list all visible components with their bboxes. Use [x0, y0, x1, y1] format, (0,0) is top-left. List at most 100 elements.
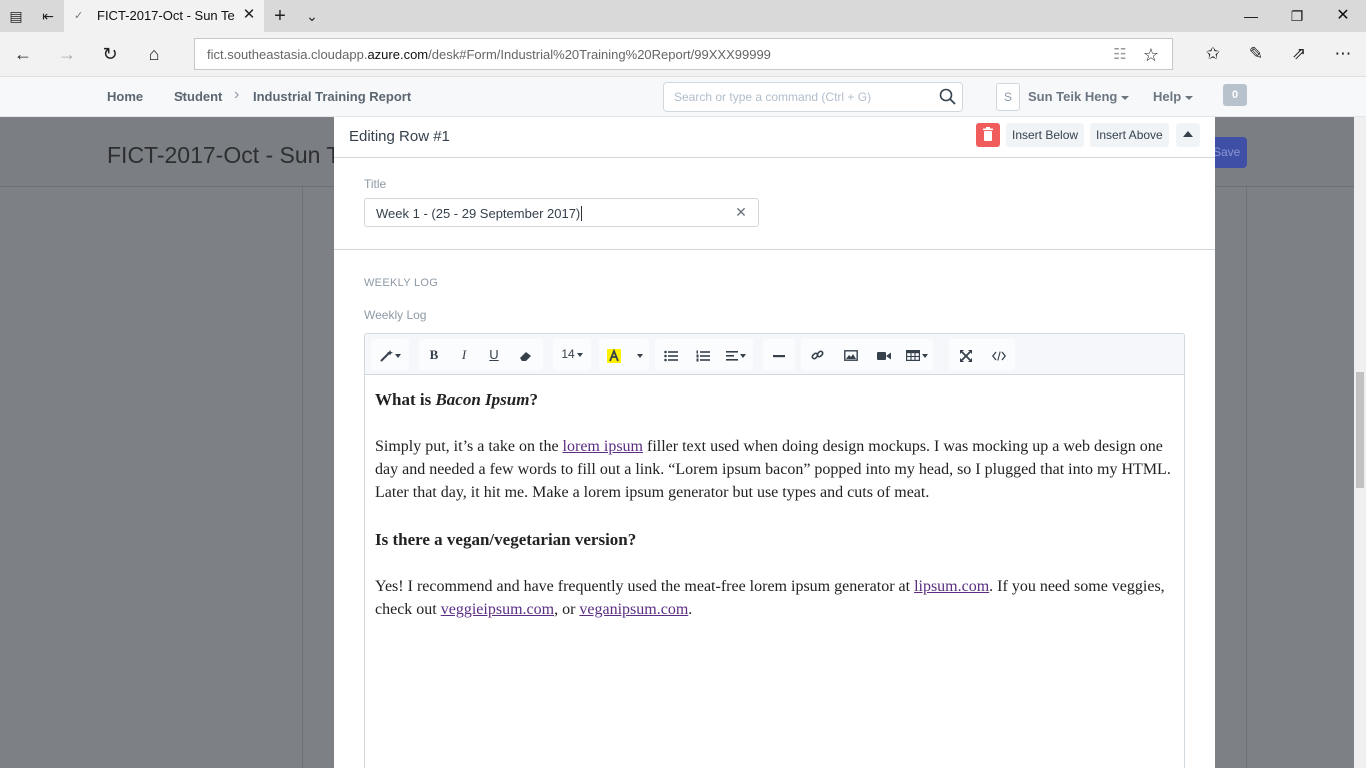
- app-navbar: Home › Student › Industrial Training Rep…: [0, 77, 1366, 117]
- search-icon[interactable]: [938, 87, 958, 107]
- share-icon[interactable]: ⇗: [1284, 41, 1314, 67]
- breadcrumb-student[interactable]: Student: [174, 89, 222, 104]
- clear-icon[interactable]: ✕: [732, 203, 750, 221]
- italic-icon: I: [461, 347, 467, 362]
- lipsum-link[interactable]: lipsum.com: [914, 578, 989, 595]
- scrollbar-thumb[interactable]: [1356, 372, 1364, 488]
- horizontal-rule-icon: [773, 354, 785, 357]
- highlight-color-icon: [607, 348, 621, 363]
- restore-icon[interactable]: ❐: [1274, 0, 1320, 32]
- chevron-down-icon: [1121, 95, 1130, 100]
- content-heading: Is there a vegan/vegetarian version?: [375, 530, 637, 549]
- more-options-icon[interactable]: ⋯: [1328, 41, 1358, 67]
- lorem-ipsum-link[interactable]: lorem ipsum: [563, 438, 643, 455]
- title-label: Title: [364, 177, 387, 191]
- insert-below-button[interactable]: Insert Below: [1006, 123, 1085, 147]
- toolbar-group-view: [949, 339, 1015, 370]
- toolbar-group-insert: [801, 339, 933, 370]
- italic-button[interactable]: I: [449, 339, 479, 370]
- code-view-button[interactable]: [982, 339, 1015, 370]
- breadcrumb-home[interactable]: Home: [107, 89, 143, 104]
- close-window-icon[interactable]: ✕: [1320, 0, 1366, 32]
- tab-manager-icon[interactable]: ▤: [6, 6, 26, 26]
- address-bar[interactable]: fict.southeastasia.cloudapp.azure.com/de…: [194, 38, 1173, 70]
- image-button[interactable]: [834, 339, 867, 370]
- chevron-down-icon: [637, 353, 643, 358]
- user-name: Sun Teik Heng: [1028, 89, 1118, 104]
- link-button[interactable]: [801, 339, 834, 370]
- user-avatar[interactable]: S: [996, 83, 1020, 111]
- underline-button[interactable]: U: [479, 339, 509, 370]
- delete-row-button[interactable]: [976, 123, 1000, 147]
- style-magic-wand-button[interactable]: [371, 339, 409, 370]
- editor-content-area[interactable]: What is Bacon Ipsum? Simply put, it’s a …: [375, 388, 1175, 621]
- clear-format-button[interactable]: [509, 339, 543, 370]
- video-button[interactable]: [867, 339, 900, 370]
- page-scrollbar[interactable]: [1354, 117, 1366, 768]
- horizontal-rule-button[interactable]: [763, 339, 795, 370]
- table-dropdown[interactable]: [900, 339, 933, 370]
- set-aside-tabs-icon[interactable]: ⇤: [38, 6, 58, 26]
- section-heading: WEEKLY LOG: [364, 277, 439, 289]
- chevron-down-icon: [1185, 95, 1194, 100]
- editor-toolbar: B I U 14: [365, 334, 1184, 375]
- notification-badge[interactable]: 0: [1223, 84, 1247, 106]
- toolbar-group-color: [599, 339, 649, 370]
- tab-title: FICT-2017-Oct - Sun Tei: [97, 8, 235, 23]
- text-color-button[interactable]: [599, 339, 629, 370]
- veganipsum-link[interactable]: veganipsum.com: [579, 601, 688, 618]
- breadcrumb-separator-icon: ›: [234, 86, 240, 103]
- text-cursor: [581, 206, 583, 221]
- refresh-icon[interactable]: ↻: [95, 39, 125, 69]
- content-paragraph: Simply put, it’s a take on the lorem ips…: [375, 438, 1171, 501]
- rich-text-editor: B I U 14 What is Bacon Ipsum? Simply put…: [364, 333, 1185, 768]
- minimize-icon[interactable]: —: [1228, 0, 1274, 32]
- insert-above-button[interactable]: Insert Above: [1090, 123, 1169, 147]
- code-view-icon: [991, 350, 1006, 361]
- tab-preview-chevron-icon[interactable]: ⌄: [302, 6, 322, 26]
- paragraph-align-dropdown[interactable]: [719, 339, 753, 370]
- search-input[interactable]: [664, 83, 934, 111]
- panel-header: Editing Row #1 Insert Below Insert Above: [334, 117, 1215, 158]
- fullscreen-button[interactable]: [949, 339, 982, 370]
- favorite-star-icon[interactable]: ☆: [1140, 44, 1162, 66]
- table-icon: [905, 350, 920, 362]
- tab-close-icon[interactable]: ✕: [240, 6, 258, 24]
- url-text: fict.southeastasia.cloudapp.azure.com/de…: [207, 47, 771, 62]
- new-tab-icon[interactable]: +: [270, 6, 290, 26]
- favorites-hub-icon[interactable]: ✩: [1198, 41, 1228, 67]
- web-note-pen-icon[interactable]: ✎: [1241, 41, 1271, 67]
- unordered-list-icon: [664, 350, 678, 361]
- breadcrumb-industrial-training-report[interactable]: Industrial Training Report: [253, 89, 411, 104]
- home-icon[interactable]: ⌂: [139, 39, 169, 69]
- collapse-button[interactable]: [1176, 123, 1200, 147]
- toolbar-group-paragraph: [655, 339, 753, 370]
- reading-view-icon[interactable]: ☷: [1110, 45, 1130, 65]
- bold-icon: B: [429, 347, 439, 362]
- numbered-list-button[interactable]: [687, 339, 719, 370]
- title-field[interactable]: Week 1 - (25 - 29 September 2017) ✕: [364, 198, 759, 227]
- editing-row-panel: Editing Row #1 Insert Below Insert Above…: [334, 117, 1215, 768]
- align-left-icon: [726, 350, 738, 361]
- toolbar-group-size: 14: [553, 339, 591, 370]
- browser-navbar: ← → ↻ ⌂ fict.southeastasia.cloudapp.azur…: [0, 32, 1366, 77]
- veggieipsum-link[interactable]: veggieipsum.com: [441, 601, 554, 618]
- section-divider: [334, 249, 1215, 250]
- font-size-value: 14: [561, 347, 575, 361]
- color-dropdown-button[interactable]: [629, 339, 649, 370]
- help-menu[interactable]: Help: [1153, 89, 1194, 104]
- browser-tab-active[interactable]: ✓ FICT-2017-Oct - Sun Tei ✕: [64, 0, 264, 32]
- underline-icon: U: [489, 347, 499, 362]
- bullet-list-button[interactable]: [655, 339, 687, 370]
- back-icon[interactable]: ←: [8, 39, 38, 69]
- video-camera-icon: [876, 351, 891, 360]
- font-size-dropdown[interactable]: 14: [553, 339, 591, 370]
- user-menu[interactable]: Sun Teik Heng: [1028, 89, 1130, 104]
- forward-icon[interactable]: →: [52, 39, 82, 69]
- trash-icon: [983, 127, 993, 141]
- browser-tab-strip: ▤ ⇤ ✓ FICT-2017-Oct - Sun Tei ✕ + ⌄ — ❐ …: [0, 0, 1366, 32]
- magic-wand-icon: [380, 349, 393, 362]
- toolbar-group-font: B I U: [419, 339, 543, 370]
- bold-button[interactable]: B: [419, 339, 449, 370]
- background-column-border: [1246, 187, 1247, 768]
